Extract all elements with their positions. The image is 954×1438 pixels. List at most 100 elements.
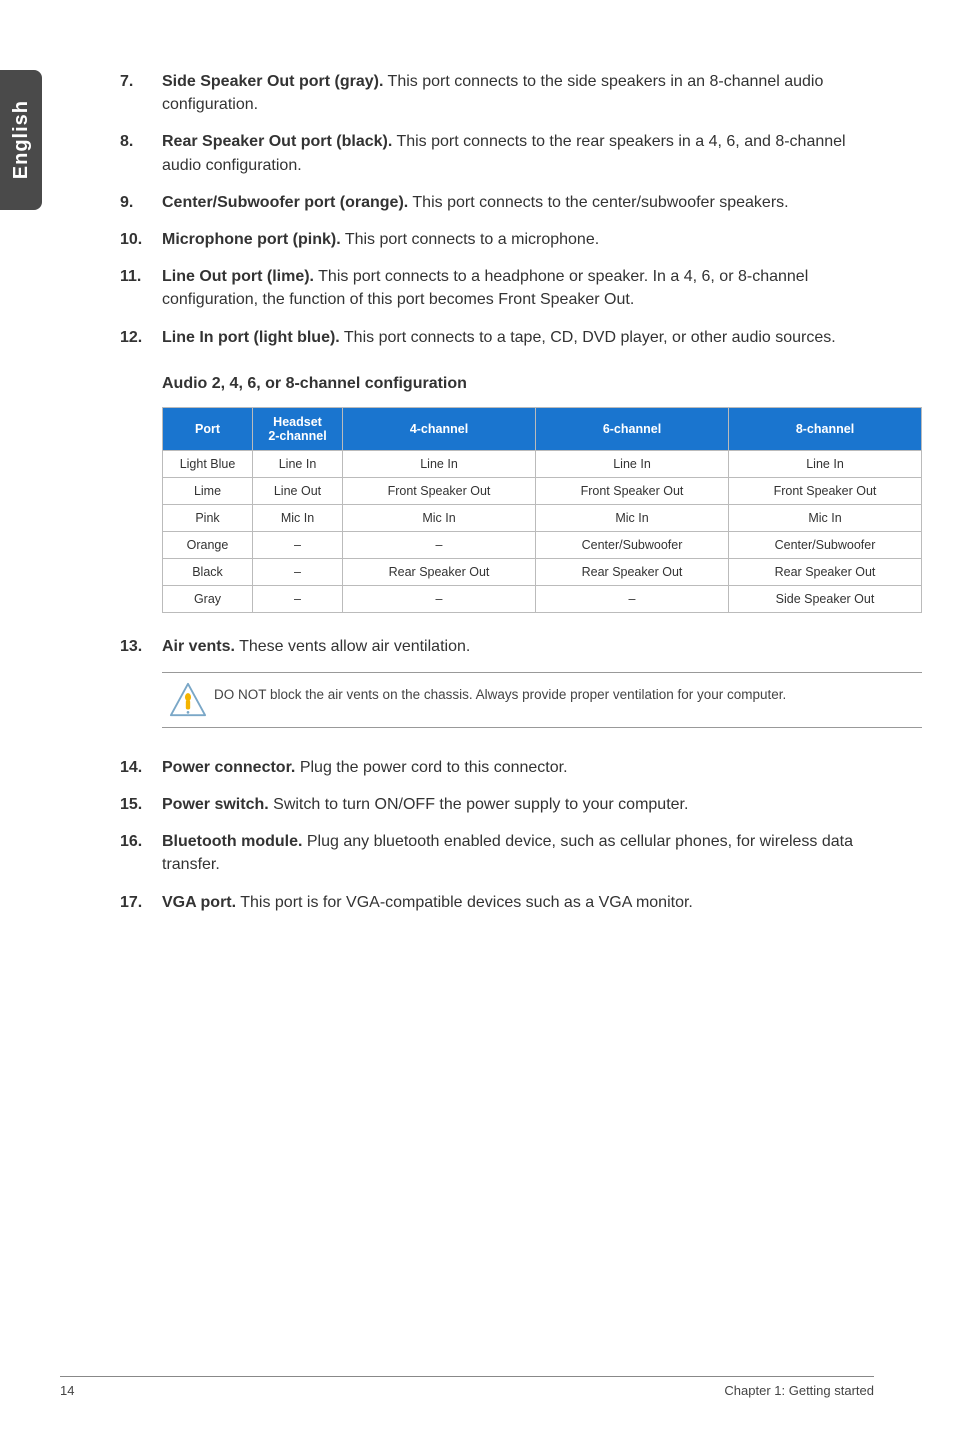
table-cell: Line Out: [253, 477, 343, 504]
table-cell: Gray: [163, 585, 253, 612]
item-13-list: 13. Air vents. These vents allow air ven…: [120, 635, 874, 658]
list-item: 15.Power switch. Switch to turn ON/OFF t…: [120, 793, 874, 816]
table-row: Light BlueLine InLine InLine InLine In: [163, 450, 922, 477]
list-item: 9.Center/Subwoofer port (orange). This p…: [120, 191, 874, 214]
table-row: Black–Rear Speaker OutRear Speaker OutRe…: [163, 558, 922, 585]
table-header-cell: Headset2-channel: [253, 407, 343, 450]
item-text: This port connects to a tape, CD, DVD pl…: [340, 329, 836, 346]
item-body: Side Speaker Out port (gray). This port …: [162, 70, 874, 116]
table-header-cell: 6-channel: [536, 407, 729, 450]
list-item: 17.VGA port. This port is for VGA-compat…: [120, 891, 874, 914]
table-cell: Line In: [729, 450, 922, 477]
table-cell: –: [343, 531, 536, 558]
table-cell: Front Speaker Out: [343, 477, 536, 504]
item-text: Switch to turn ON/OFF the power supply t…: [269, 796, 689, 813]
item-number: 9.: [120, 191, 162, 214]
item-bold: Bluetooth module.: [162, 833, 302, 850]
table-cell: Center/Subwoofer: [536, 531, 729, 558]
list-item: 8.Rear Speaker Out port (black). This po…: [120, 130, 874, 176]
item-number: 7.: [120, 70, 162, 116]
table-cell: Mic In: [536, 504, 729, 531]
item-number: 8.: [120, 130, 162, 176]
item-text: Plug the power cord to this connector.: [295, 759, 567, 776]
table-cell: Front Speaker Out: [729, 477, 922, 504]
table-header-cell: Port: [163, 407, 253, 450]
table-row: LimeLine OutFront Speaker OutFront Speak…: [163, 477, 922, 504]
item-bold: Rear Speaker Out port (black).: [162, 133, 392, 150]
item-number: 12.: [120, 326, 162, 349]
warning-icon: [162, 681, 214, 719]
table-row: Gray–––Side Speaker Out: [163, 585, 922, 612]
audio-config-table: PortHeadset2-channel4-channel6-channel8-…: [162, 407, 922, 613]
item-text: This port connects to the center/subwoof…: [408, 194, 788, 211]
language-tab: English: [0, 70, 42, 210]
item-body: Bluetooth module. Plug any bluetooth ena…: [162, 830, 874, 876]
table-cell: Rear Speaker Out: [729, 558, 922, 585]
item-bold: Side Speaker Out port (gray).: [162, 73, 383, 90]
item-bold: Center/Subwoofer port (orange).: [162, 194, 408, 211]
item-text: These vents allow air ventilation.: [235, 638, 470, 655]
item-bold: Power connector.: [162, 759, 295, 776]
item-body: Line In port (light blue). This port con…: [162, 326, 874, 349]
table-cell: Line In: [536, 450, 729, 477]
item-body: Air vents. These vents allow air ventila…: [162, 635, 874, 658]
table-cell: –: [536, 585, 729, 612]
item-number: 11.: [120, 265, 162, 311]
table-cell: Line In: [343, 450, 536, 477]
note-block: DO NOT block the air vents on the chassi…: [162, 672, 922, 728]
item-bold: Power switch.: [162, 796, 269, 813]
table-body: Light BlueLine InLine InLine InLine InLi…: [163, 450, 922, 612]
table-cell: –: [253, 558, 343, 585]
item-body: Rear Speaker Out port (black). This port…: [162, 130, 874, 176]
item-body: Power connector. Plug the power cord to …: [162, 756, 874, 779]
port-list-bottom: 14.Power connector. Plug the power cord …: [120, 756, 874, 914]
table-cell: –: [343, 585, 536, 612]
table-cell: Line In: [253, 450, 343, 477]
list-item: 14.Power connector. Plug the power cord …: [120, 756, 874, 779]
table-header-cell: 4-channel: [343, 407, 536, 450]
item-body: Line Out port (lime). This port connects…: [162, 265, 874, 311]
page-footer: 14 Chapter 1: Getting started: [60, 1376, 874, 1398]
table-cell: Mic In: [729, 504, 922, 531]
list-item: 16.Bluetooth module. Plug any bluetooth …: [120, 830, 874, 876]
item-body: VGA port. This port is for VGA-compatibl…: [162, 891, 874, 914]
list-item: 10.Microphone port (pink). This port con…: [120, 228, 874, 251]
table-row: Orange––Center/SubwooferCenter/Subwoofer: [163, 531, 922, 558]
list-item: 7.Side Speaker Out port (gray). This por…: [120, 70, 874, 116]
table-header-row: PortHeadset2-channel4-channel6-channel8-…: [163, 407, 922, 450]
list-item: 11.Line Out port (lime). This port conne…: [120, 265, 874, 311]
item-bold: Air vents.: [162, 638, 235, 655]
table-cell: Light Blue: [163, 450, 253, 477]
item-body: Microphone port (pink). This port connec…: [162, 228, 874, 251]
item-number: 14.: [120, 756, 162, 779]
item-body: Center/Subwoofer port (orange). This por…: [162, 191, 874, 214]
item-number: 15.: [120, 793, 162, 816]
item-bold: Line In port (light blue).: [162, 329, 340, 346]
item-number: 10.: [120, 228, 162, 251]
item-bold: VGA port.: [162, 894, 236, 911]
port-list-top: 7.Side Speaker Out port (gray). This por…: [120, 70, 874, 349]
language-tab-label: English: [10, 100, 33, 179]
table-cell: Orange: [163, 531, 253, 558]
table-cell: Rear Speaker Out: [536, 558, 729, 585]
table-cell: –: [253, 585, 343, 612]
table-cell: –: [253, 531, 343, 558]
page-number: 14: [60, 1383, 74, 1398]
item-number: 16.: [120, 830, 162, 876]
item-text: This port is for VGA-compatible devices …: [236, 894, 693, 911]
item-number: 13.: [120, 635, 162, 658]
table-cell: Side Speaker Out: [729, 585, 922, 612]
list-item: 13. Air vents. These vents allow air ven…: [120, 635, 874, 658]
table-cell: Pink: [163, 504, 253, 531]
table-cell: Rear Speaker Out: [343, 558, 536, 585]
item-bold: Microphone port (pink).: [162, 231, 341, 248]
note-text: DO NOT block the air vents on the chassi…: [214, 681, 922, 709]
table-cell: Mic In: [253, 504, 343, 531]
audio-config-heading: Audio 2, 4, 6, or 8-channel configuratio…: [162, 375, 874, 393]
item-number: 17.: [120, 891, 162, 914]
chapter-label: Chapter 1: Getting started: [724, 1383, 874, 1398]
item-bold: Line Out port (lime).: [162, 268, 314, 285]
table-cell: Black: [163, 558, 253, 585]
main-content: 7.Side Speaker Out port (gray). This por…: [120, 70, 874, 914]
table-header-cell: 8-channel: [729, 407, 922, 450]
